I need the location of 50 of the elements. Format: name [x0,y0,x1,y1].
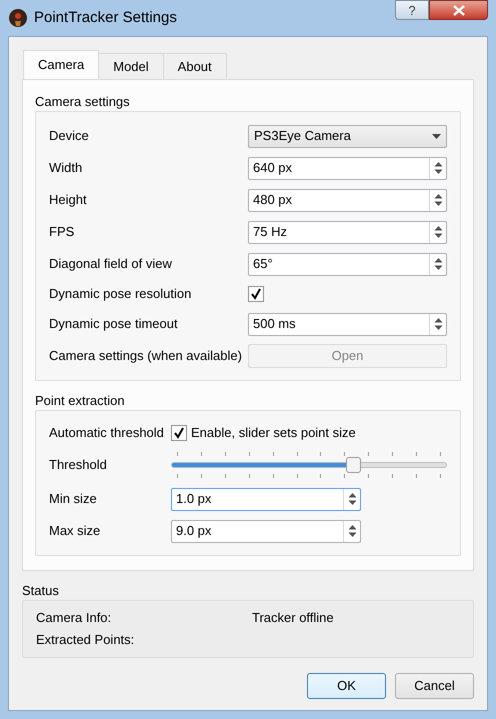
close-icon [452,4,464,16]
field-label: Dynamic pose timeout [49,315,179,334]
threshold-slider[interactable] [171,452,447,478]
spin-box[interactable]: 640 px [248,156,447,180]
checkbox[interactable] [171,425,187,441]
spin-value: 75 Hz [252,223,288,242]
device-dropdown[interactable]: PS3Eye Camera [248,124,447,148]
field-label: Diagonal field of view [49,255,173,274]
spin-value: 500 ms [252,315,297,334]
status-label: Extracted Points: [36,631,136,650]
help-button[interactable]: ? [395,0,429,20]
app-logo-icon [9,9,27,27]
spin-value: 1.0 px [175,490,212,508]
slider-handle[interactable] [346,457,362,473]
group-title: Status [22,582,60,600]
status-value: Tracker offline [252,609,334,628]
spin-value: 480 px [252,191,294,210]
spin-value: 640 px [252,159,294,178]
group-title: Point extraction [35,392,126,410]
dialog-button[interactable]: OK [307,673,386,699]
dropdown-arrow-icon [432,134,441,138]
field-label: Width [49,159,84,178]
checkbox[interactable] [248,286,264,302]
checkmark-icon [250,288,262,300]
window-title: PointTracker Settings [34,8,177,28]
spin-value: 65° [252,255,274,274]
spin-box[interactable]: 500 ms [248,312,447,336]
field-label: Max size [49,522,102,540]
field-label: Height [49,191,88,210]
spin-box[interactable]: 480 px [248,188,447,212]
dialog-button[interactable]: Cancel [395,673,474,699]
field-label: Camera settings (when available) [49,347,243,366]
field-label: FPS [49,223,76,242]
tab[interactable]: About [162,53,227,79]
field-label: Automatic threshold [49,424,165,442]
field-label: Threshold [49,456,108,474]
group-title: Camera settings [35,93,131,111]
checkbox-label: Enable, slider sets point size [191,424,356,442]
spin-box[interactable]: 1.0 px [171,488,361,510]
status-label: Camera Info: [36,609,112,628]
tab[interactable]: Camera [23,50,100,79]
spin-box[interactable]: 9.0 px [171,520,361,542]
checkmark-icon [173,427,185,439]
field-label: Device [49,127,90,146]
field-label: Min size [49,490,98,508]
close-button[interactable] [429,0,488,20]
spin-box[interactable]: 65° [248,252,447,276]
spin-value: 9.0 px [175,522,212,540]
field-label: Dynamic pose resolution [49,285,192,304]
spin-box[interactable]: 75 Hz [248,220,447,244]
